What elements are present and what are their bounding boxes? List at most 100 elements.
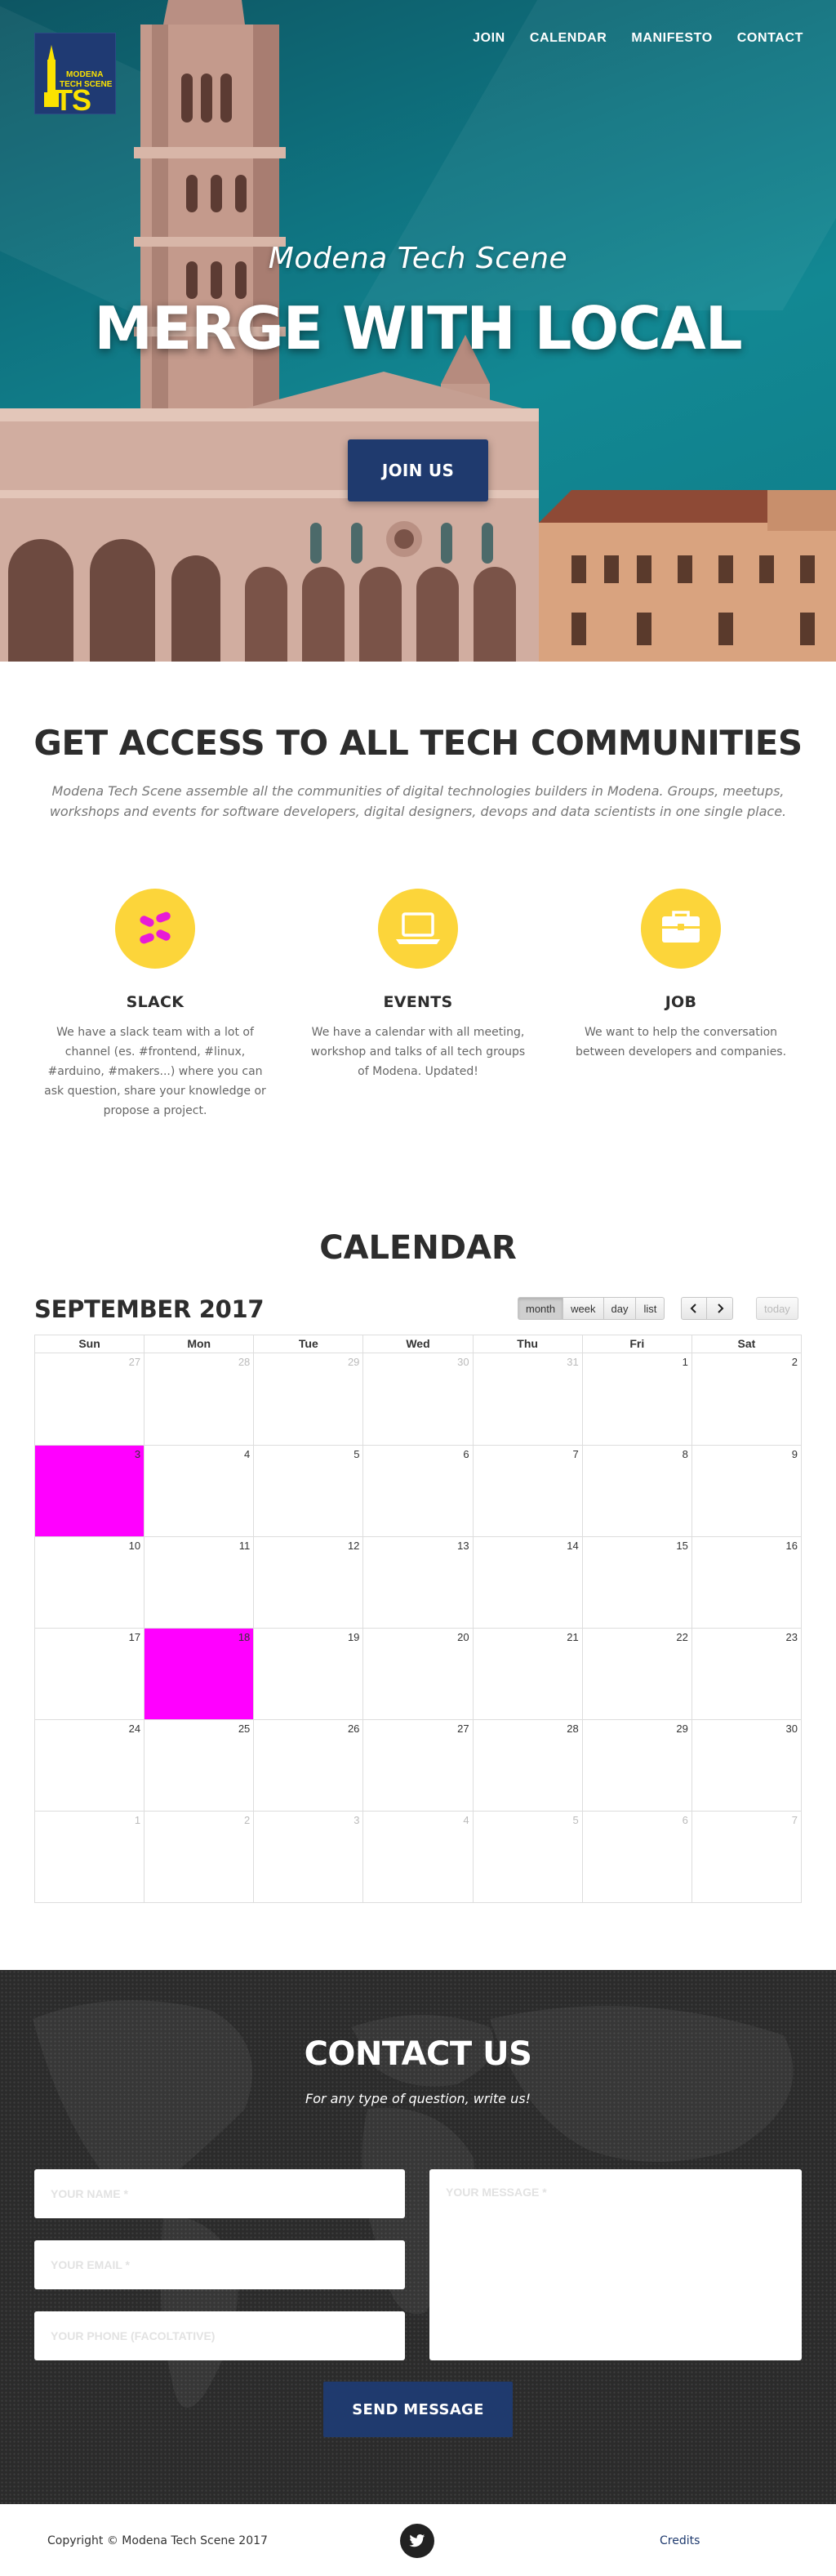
calendar-day-cell[interactable]: 8 <box>581 1446 691 1536</box>
logo-mark: TS <box>55 83 91 117</box>
phone-input[interactable] <box>34 2311 405 2360</box>
today-button[interactable]: today <box>756 1297 798 1320</box>
calendar-week-row: 24 25 26 27 28 29 30 <box>35 1719 801 1811</box>
nav-manifesto[interactable]: MANIFESTO <box>631 31 712 46</box>
nav-join[interactable]: JOIN <box>473 31 505 46</box>
about-title: GET ACCESS TO ALL TECH COMMUNITIES <box>33 723 803 763</box>
chevron-left-icon <box>690 1304 696 1313</box>
calendar-today-group: today <box>756 1297 798 1320</box>
view-day-button[interactable]: day <box>603 1297 637 1320</box>
email-input[interactable] <box>34 2240 405 2289</box>
hero-section: MODENA TECH SCENE TS JOIN CALENDAR MANIF… <box>0 0 836 662</box>
briefcase-icon <box>641 889 721 969</box>
calendar-day-cell[interactable]: 5 <box>253 1446 362 1536</box>
calendar-day-cell[interactable]: 5 <box>472 1812 582 1902</box>
view-list-button[interactable]: list <box>636 1297 665 1320</box>
day-number: 21 <box>567 1631 579 1643</box>
day-number: 8 <box>682 1448 688 1460</box>
credits-link[interactable]: Credits <box>660 2534 700 2547</box>
next-month-button[interactable] <box>707 1297 733 1320</box>
calendar-day-cell[interactable]: 1 <box>35 1812 144 1902</box>
calendar-day-cell[interactable]: 31 <box>472 1353 582 1445</box>
calendar-day-cell[interactable]: 28 <box>472 1720 582 1811</box>
view-month-button[interactable]: month <box>518 1297 564 1320</box>
calendar-day-cell[interactable]: 16 <box>691 1537 801 1628</box>
calendar-day-cell[interactable]: 30 <box>691 1720 801 1811</box>
calendar-day-cell[interactable]: 30 <box>362 1353 472 1445</box>
calendar-day-cell[interactable]: 21 <box>472 1629 582 1719</box>
join-us-button[interactable]: JOIN US <box>348 439 488 501</box>
day-number: 12 <box>347 1540 360 1552</box>
calendar-day-cell[interactable]: 24 <box>35 1720 144 1811</box>
name-input[interactable] <box>34 2169 405 2218</box>
twitter-link[interactable] <box>400 2524 434 2558</box>
calendar-day-cell[interactable]: 3 <box>253 1812 362 1902</box>
day-number: 13 <box>457 1540 469 1552</box>
calendar-week-row: 3 4 5 6 7 8 9 <box>35 1445 801 1536</box>
calendar-day-cell[interactable]: 6 <box>362 1446 472 1536</box>
hero-title: MERGE WITH LOCAL <box>94 294 742 363</box>
day-number: 27 <box>457 1723 469 1735</box>
weekday-label: Sat <box>691 1335 801 1353</box>
copyright-text: Copyright © Modena Tech Scene 2017 <box>47 2534 268 2547</box>
day-number: 31 <box>567 1356 579 1368</box>
feature-events: EVENTS We have a calendar with all meeti… <box>304 889 532 1081</box>
logo-line-1: MODENA <box>66 70 104 79</box>
day-number: 23 <box>785 1631 798 1643</box>
calendar-day-cell[interactable]: 14 <box>472 1537 582 1628</box>
calendar-day-cell[interactable]: 2 <box>144 1812 253 1902</box>
calendar-day-cell[interactable]: 29 <box>581 1720 691 1811</box>
message-textarea[interactable] <box>429 2169 802 2360</box>
nav-contact[interactable]: CONTACT <box>737 31 803 46</box>
weekday-label: Mon <box>144 1335 253 1353</box>
calendar-day-cell[interactable]: 23 <box>691 1629 801 1719</box>
day-number: 7 <box>572 1448 579 1460</box>
weekday-label: Sun <box>78 1337 100 1350</box>
calendar-day-cell[interactable]: 1 <box>581 1353 691 1445</box>
calendar-day-cell[interactable]: 7 <box>472 1446 582 1536</box>
calendar-day-event[interactable]: 3 <box>35 1446 145 1536</box>
calendar-day-cell[interactable]: 6 <box>581 1812 691 1902</box>
calendar-day-cell[interactable]: 7 <box>691 1812 801 1902</box>
calendar-day-cell[interactable]: 20 <box>362 1629 472 1719</box>
calendar-day-cell[interactable]: 26 <box>253 1720 362 1811</box>
site-logo[interactable]: MODENA TECH SCENE TS <box>34 33 116 117</box>
send-message-button[interactable]: SEND MESSAGE <box>323 2382 513 2437</box>
nav-calendar[interactable]: CALENDAR <box>530 31 607 46</box>
feature-text: We want to help the conversation between… <box>575 1026 787 1058</box>
calendar-view-switcher: month week day list <box>518 1297 665 1320</box>
day-number: 6 <box>682 1814 688 1826</box>
calendar-day-cell[interactable]: 13 <box>362 1537 472 1628</box>
calendar-week-row: 17 18 19 20 21 22 23 <box>35 1628 801 1719</box>
calendar-day-cell[interactable]: 15 <box>581 1537 691 1628</box>
calendar-day-cell[interactable]: 12 <box>253 1537 362 1628</box>
day-number: 4 <box>463 1814 469 1826</box>
day-number: 19 <box>347 1631 360 1643</box>
calendar-day-cell[interactable]: 2 <box>691 1353 801 1445</box>
calendar-day-cell[interactable]: 4 <box>144 1446 253 1536</box>
calendar-week-row: 27 28 29 30 31 1 2 <box>35 1353 801 1445</box>
calendar-day-cell[interactable]: 10 <box>35 1537 144 1628</box>
calendar-day-cell[interactable]: 4 <box>362 1812 472 1902</box>
calendar-day-cell[interactable]: 29 <box>253 1353 362 1445</box>
calendar-day-cell[interactable]: 27 <box>362 1720 472 1811</box>
calendar-day-cell[interactable]: 11 <box>144 1537 253 1628</box>
calendar-day-cell[interactable]: 28 <box>144 1353 253 1445</box>
view-week-button[interactable]: week <box>563 1297 604 1320</box>
calendar-day-cell[interactable]: 22 <box>581 1629 691 1719</box>
day-number: 3 <box>354 1814 360 1826</box>
weekday-label: Thu <box>472 1335 582 1353</box>
day-number: 27 <box>128 1356 141 1368</box>
calendar-day-cell[interactable]: 27 <box>35 1353 144 1445</box>
calendar-day-cell[interactable]: 9 <box>691 1446 801 1536</box>
day-number: 6 <box>463 1448 469 1460</box>
contact-section: CONTACT US For any type of question, wri… <box>0 1970 836 2504</box>
calendar-day-cell[interactable]: 19 <box>253 1629 362 1719</box>
day-number: 1 <box>682 1356 688 1368</box>
calendar-day-event[interactable]: 18 <box>144 1629 254 1719</box>
calendar-day-cell[interactable]: 17 <box>35 1629 144 1719</box>
day-number: 10 <box>128 1540 141 1552</box>
contact-title: CONTACT US <box>304 2035 532 2073</box>
calendar-day-cell[interactable]: 25 <box>144 1720 253 1811</box>
prev-month-button[interactable] <box>681 1297 707 1320</box>
